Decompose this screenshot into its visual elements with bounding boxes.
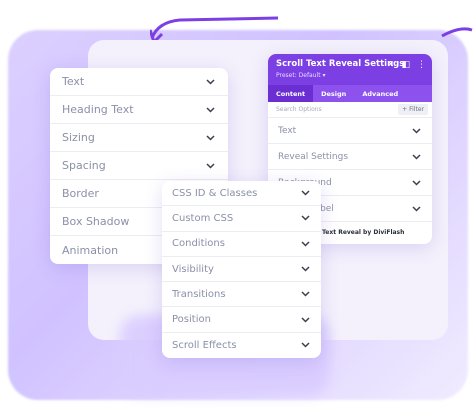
tab-advanced[interactable]: Advanced	[354, 85, 406, 102]
chevron-down-icon	[204, 104, 216, 116]
tab-design[interactable]: Design	[313, 85, 354, 102]
chevron-down-icon	[204, 76, 216, 88]
toggle-label: Text	[278, 125, 297, 136]
toggle-label: Position	[172, 314, 211, 326]
snap-icon[interactable]: ◧	[401, 60, 410, 70]
more-options-icon[interactable]: ⋮	[417, 60, 426, 70]
toggle-label: Reveal Settings	[278, 151, 349, 162]
toggle-visibility[interactable]: Visibility	[162, 257, 321, 283]
advanced-settings-panel: CSS ID & Classes Custom CSS Conditions V…	[162, 181, 321, 358]
chevron-down-icon	[299, 288, 311, 300]
chevron-down-icon	[299, 212, 311, 224]
toggle-label: Spacing	[62, 159, 106, 172]
chevron-down-icon	[204, 160, 216, 172]
close-icon[interactable]: ✕	[387, 60, 395, 70]
chevron-down-icon	[204, 132, 216, 144]
chevron-down-icon	[299, 339, 311, 351]
toggle-position[interactable]: Position	[162, 307, 321, 333]
chevron-down-icon	[410, 151, 422, 163]
toggle-label: CSS ID & Classes	[172, 187, 258, 199]
toggle-text[interactable]: Text	[50, 68, 228, 96]
modal-controls: ✕ ◧ ⋮	[387, 60, 426, 70]
toggle-label: Conditions	[172, 238, 225, 250]
chevron-down-icon	[410, 125, 422, 137]
tab-content[interactable]: Content	[268, 85, 314, 102]
toggle-label: Animation	[62, 243, 119, 257]
toggle-text[interactable]: Text	[268, 118, 432, 144]
toggle-label: Scroll Effects	[172, 339, 237, 351]
toggle-scroll-effects[interactable]: Scroll Effects	[162, 333, 321, 358]
toggle-custom-css[interactable]: Custom CSS	[162, 206, 321, 232]
chevron-down-icon	[410, 177, 422, 189]
modal-tabs: Content Design Advanced	[268, 85, 432, 102]
preset-selector[interactable]: Preset: Default ▾	[276, 72, 424, 79]
toggle-heading-text[interactable]: Heading Text	[50, 96, 228, 124]
toggle-conditions[interactable]: Conditions	[162, 232, 321, 257]
toggle-css-id-classes[interactable]: CSS ID & Classes	[162, 181, 321, 207]
toggle-label: Border	[62, 187, 99, 200]
chevron-down-icon	[410, 203, 422, 215]
chevron-down-icon	[299, 238, 311, 250]
toggle-reveal-settings[interactable]: Reveal Settings	[268, 144, 432, 170]
filter-button[interactable]: + Filter	[398, 104, 428, 115]
toggle-spacing[interactable]: Spacing	[50, 152, 228, 180]
toggle-label: Box Shadow	[62, 215, 130, 228]
toggle-label: Sizing	[62, 131, 95, 144]
chevron-down-icon	[299, 314, 311, 326]
toggle-label: Text	[62, 75, 85, 88]
toggle-label: Heading Text	[62, 103, 134, 116]
modal-header: Scroll Text Reveal Settings Preset: Defa…	[268, 54, 432, 85]
search-options-bar: Search Options + Filter	[268, 102, 432, 118]
toggle-sizing[interactable]: Sizing	[50, 124, 228, 152]
search-options-input[interactable]: Search Options	[276, 106, 322, 113]
toggle-label: Custom CSS	[172, 212, 234, 224]
toggle-label: Visibility	[172, 263, 214, 275]
toggle-label: Transitions	[172, 288, 226, 300]
toggle-transitions[interactable]: Transitions	[162, 282, 321, 308]
chevron-down-icon	[299, 263, 311, 275]
chevron-down-icon	[299, 187, 311, 199]
